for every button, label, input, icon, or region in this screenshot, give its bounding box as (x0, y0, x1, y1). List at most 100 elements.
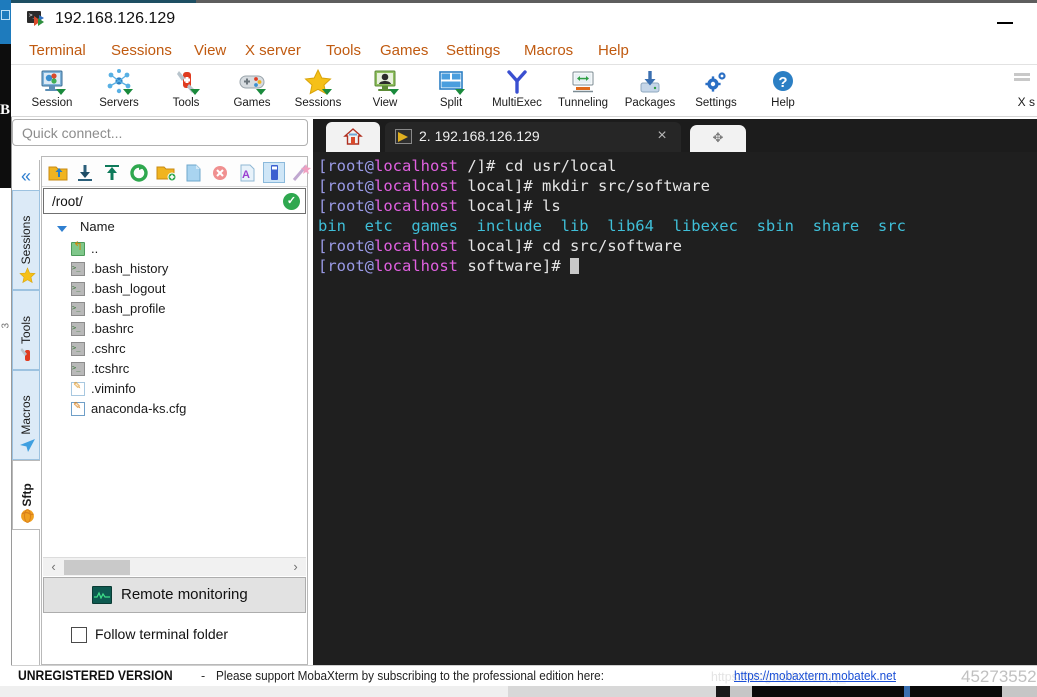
toolbar-view-label: View (372, 97, 398, 109)
toolbar-split-button[interactable]: Split (417, 66, 485, 116)
file-name: .bash_history (91, 261, 169, 276)
star-icon (19, 267, 36, 284)
list-item[interactable]: .. (43, 239, 306, 259)
games-dropdown-icon[interactable] (256, 89, 266, 95)
new-folder-icon[interactable] (155, 162, 177, 183)
globe-icon (19, 507, 36, 524)
toolbar-sessions-button[interactable]: Sessions (284, 66, 352, 116)
settings-gear-icon (701, 68, 731, 96)
sessions-star-icon (303, 68, 333, 96)
toolbar-tools-label: Tools (172, 97, 200, 109)
terminal-segment: /]# cd usr/local (458, 157, 617, 175)
new-tab-button[interactable]: ✥ (690, 125, 746, 152)
column-header-name[interactable]: Name (80, 219, 115, 234)
terminal-line: [root@localhost software]# (318, 256, 1037, 276)
view-dropdown-icon[interactable] (389, 89, 399, 95)
list-item[interactable]: .viminfo (43, 379, 306, 399)
delete-icon[interactable] (209, 162, 231, 183)
upload-icon[interactable] (101, 162, 123, 183)
script-file-icon (71, 321, 85, 336)
parent-folder-icon[interactable] (47, 162, 69, 183)
scroll-left-icon[interactable]: ‹ (45, 558, 62, 576)
scroll-right-icon[interactable]: › (287, 558, 304, 576)
tab-session[interactable]: 2. 192.168.126.129 × (385, 122, 681, 152)
list-item[interactable]: .tcshrc (43, 359, 306, 379)
download-icon[interactable] (74, 162, 96, 183)
session-dropdown-icon[interactable] (56, 89, 66, 95)
list-item[interactable]: .bashrc (43, 319, 306, 339)
split-dropdown-icon[interactable] (455, 89, 465, 95)
title-bar: >_ 192.168.126.129 (11, 3, 1037, 36)
menu-x-server[interactable]: X server (240, 40, 306, 62)
sessions-dropdown-icon[interactable] (322, 89, 332, 95)
sftp-path-input[interactable]: /root/ ✓ (43, 188, 306, 214)
menu-tools[interactable]: Tools (321, 40, 366, 62)
background-window-letter: B (0, 102, 11, 118)
tab-home[interactable] (326, 122, 380, 152)
list-item[interactable]: .bash_profile (43, 299, 306, 319)
toolbar-games-button[interactable]: Games (218, 66, 286, 116)
list-item[interactable]: anaconda-ks.cfg (43, 399, 306, 419)
remote-monitoring-button[interactable]: Remote monitoring (43, 577, 306, 613)
menu-settings[interactable]: Settings (441, 40, 505, 62)
menu-sessions[interactable]: Sessions (106, 40, 177, 62)
terminal-segment: [root@ (318, 257, 374, 275)
check-circle-icon: ✓ (283, 193, 300, 210)
sidebar-tab-tools[interactable]: Tools (12, 290, 40, 370)
follow-terminal-folder-checkbox[interactable] (71, 627, 87, 643)
file-list[interactable]: .. .bash_history .bash_logout .bash_prof… (43, 239, 306, 556)
quick-connect-input[interactable]: Quick connect... (12, 119, 308, 146)
minimize-button[interactable] (986, 9, 1026, 33)
file-name: .viminfo (91, 381, 136, 396)
magic-wand-icon[interactable] (290, 162, 312, 183)
list-item[interactable]: .cshrc (43, 339, 306, 359)
text-editor-icon[interactable]: A (236, 162, 258, 183)
toolbar-multiexec-button[interactable]: MultiExec (483, 66, 551, 116)
tools-dropdown-icon[interactable] (190, 89, 200, 95)
menu-view[interactable]: View (189, 40, 231, 62)
status-message: Please support MobaXterm by subscribing … (216, 669, 604, 683)
toolbar-view-button[interactable]: View (351, 66, 419, 116)
sort-descending-icon[interactable] (57, 226, 67, 232)
servers-dropdown-icon[interactable] (123, 89, 133, 95)
x-server-status-label[interactable]: X s (1018, 95, 1035, 109)
refresh-icon[interactable] (128, 162, 150, 183)
sidebar-tab-macros[interactable]: Macros (12, 370, 40, 460)
toolbar-help-button[interactable]: ? Help (749, 66, 817, 116)
menu-help[interactable]: Help (593, 40, 634, 62)
list-item[interactable]: .bash_history (43, 259, 306, 279)
list-item[interactable]: .bash_logout (43, 279, 306, 299)
toolbar-multiexec-label: MultiExec (492, 97, 542, 109)
usb-drive-icon[interactable] (263, 162, 285, 183)
toolbar-servers-button[interactable]: Servers (85, 66, 153, 116)
terminal-output-area[interactable]: [root@localhost /]# cd usr/local [root@lo… (313, 152, 1037, 665)
tools-icon (171, 68, 201, 96)
toolbar-tunneling-button[interactable]: Tunneling (549, 66, 617, 116)
toolbar-session-button[interactable]: Session (18, 66, 86, 116)
toolbar-settings-button[interactable]: Settings (682, 66, 750, 116)
file-list-horizontal-scrollbar[interactable]: ‹ › (43, 557, 306, 576)
sidebar-tab-sessions[interactable]: Sessions (12, 190, 40, 290)
scrollbar-thumb[interactable] (64, 560, 130, 575)
rail-side-marker: 3 (0, 322, 12, 329)
menu-terminal[interactable]: Terminal (24, 40, 91, 62)
menu-macros[interactable]: Macros (519, 40, 578, 62)
unregistered-version-label: UNREGISTERED VERSION (18, 668, 173, 683)
file-list-header: Name (43, 217, 306, 239)
sftp-file-browser: A /root/ ✓ Name ↰ .. >_ .bash_history >_… (41, 156, 311, 665)
sidebar-tab-sftp[interactable]: Sftp (12, 460, 40, 530)
toolbar-packages-button[interactable]: Packages (616, 66, 684, 116)
tunneling-icon (568, 68, 598, 96)
mobatek-link[interactable]: https://mobaxterm.mobatek.net (734, 669, 896, 683)
view-icon (370, 68, 400, 96)
taskbar-segment-a (0, 686, 508, 697)
close-icon[interactable]: × (653, 127, 671, 145)
terminal-line: [root@localhost local]# cd src/software (318, 236, 1037, 256)
ssh-pen-icon (395, 129, 412, 144)
menu-games[interactable]: Games (375, 40, 433, 62)
terminal-segment: localhost (374, 257, 458, 275)
sftp-path-value: /root/ (52, 194, 83, 209)
double-chevron-left-icon[interactable]: « (12, 162, 40, 190)
new-file-icon[interactable] (182, 162, 204, 183)
toolbar-tools-button[interactable]: Tools (152, 66, 220, 116)
